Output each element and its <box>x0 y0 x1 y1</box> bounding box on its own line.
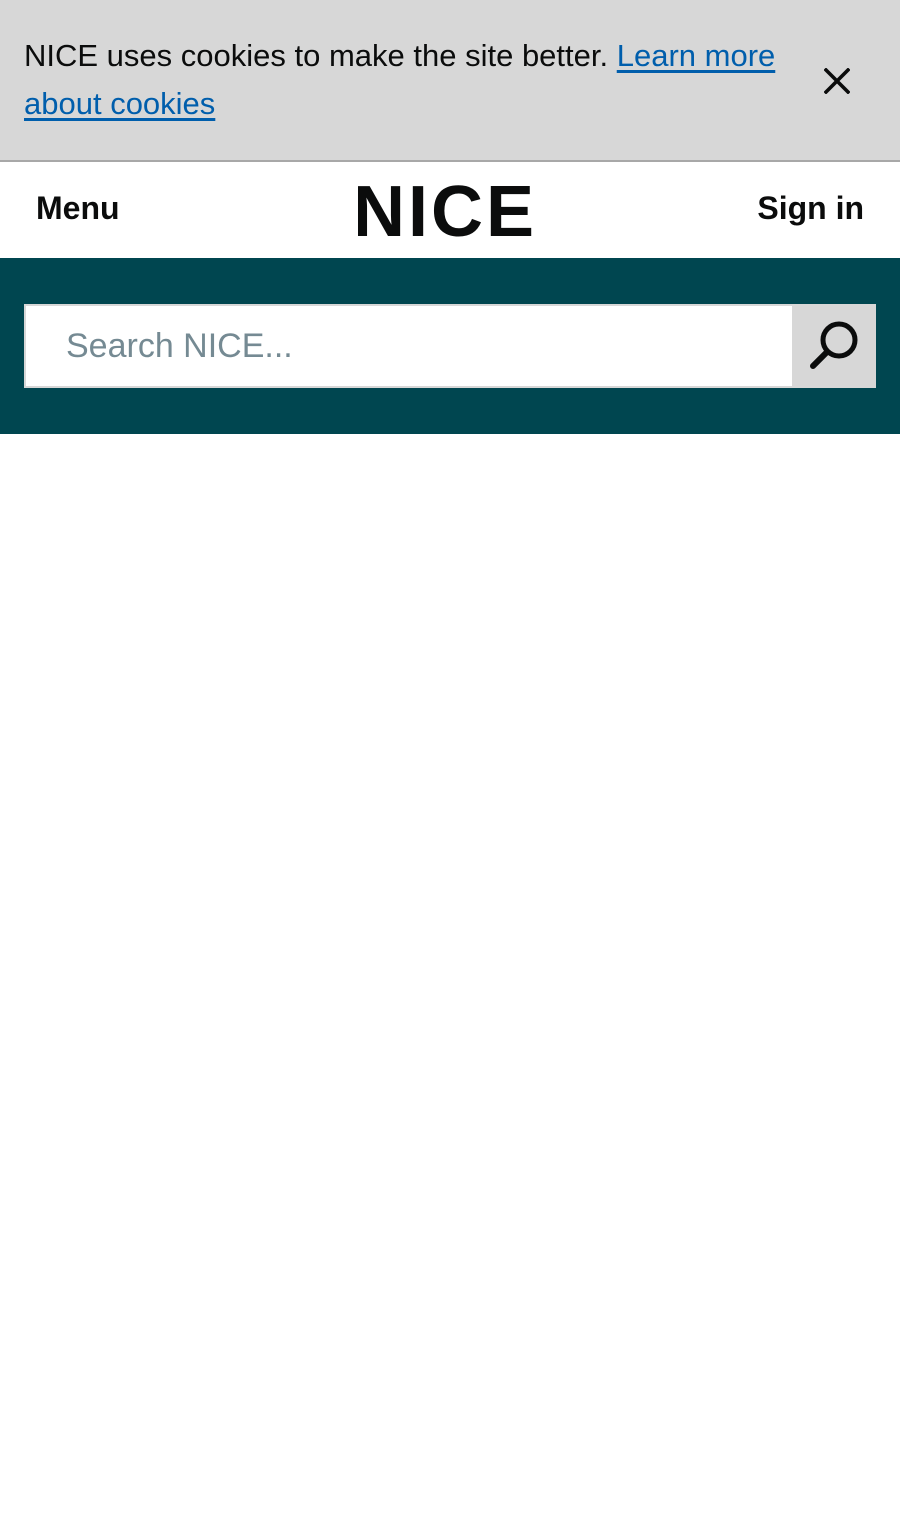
cookie-message: NICE uses cookies to make the site bette… <box>24 32 794 128</box>
close-icon <box>824 68 850 94</box>
search-band <box>0 258 900 434</box>
site-header: Menu NICE Sign in <box>0 162 900 258</box>
sign-in-button[interactable]: Sign in <box>757 188 864 228</box>
close-cookie-banner-button[interactable] <box>814 58 860 104</box>
cookie-banner: NICE uses cookies to make the site bette… <box>0 0 900 162</box>
cookie-message-text: NICE uses cookies to make the site bette… <box>24 38 617 73</box>
search-icon <box>810 321 858 369</box>
search-form <box>24 304 876 388</box>
search-input[interactable] <box>24 304 792 388</box>
search-button[interactable] <box>792 304 876 388</box>
nice-logo-text: NICE <box>358 174 532 244</box>
menu-button[interactable]: Menu <box>36 188 120 228</box>
nice-logo[interactable]: NICE <box>358 174 532 244</box>
